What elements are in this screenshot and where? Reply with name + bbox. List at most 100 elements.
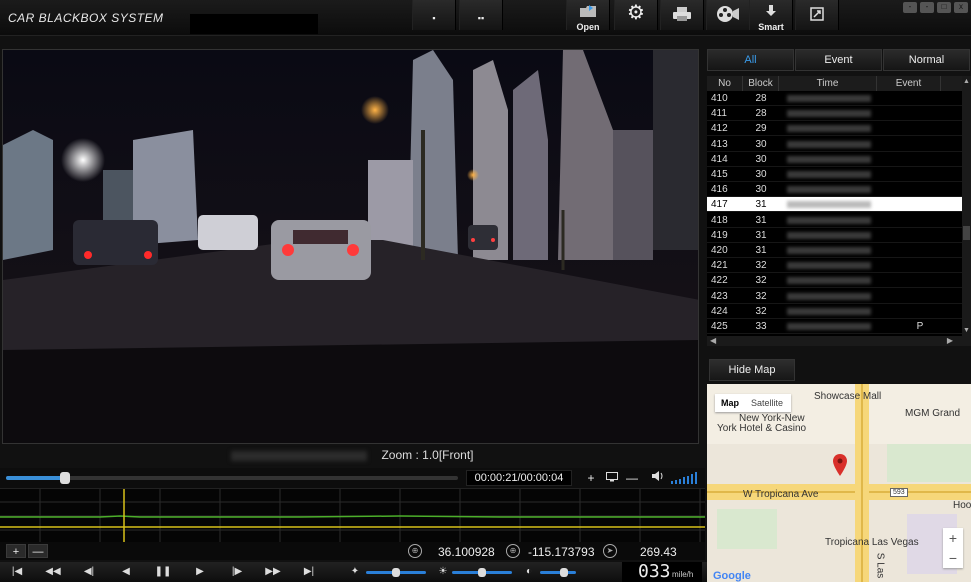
fullscreen-button[interactable]	[795, 0, 839, 30]
table-row[interactable]: 420 31	[707, 243, 962, 258]
time-display: 00:00:21/00:00:04	[466, 470, 572, 486]
cell-block: 32	[755, 305, 767, 317]
video-frame[interactable]	[2, 49, 699, 444]
screen-mode-button[interactable]	[604, 470, 620, 486]
cell-block: 32	[755, 275, 767, 287]
table-row[interactable]: 412 29	[707, 121, 962, 137]
cell-no: 418	[711, 214, 728, 226]
next-frame-button[interactable]: |▶	[226, 565, 248, 579]
table-row[interactable]: 424 32	[707, 304, 962, 319]
skip-end-button[interactable]: ▶|	[298, 565, 320, 579]
cell-no: 420	[711, 245, 728, 256]
gps-info-row: + — ⊕ 36.100928 ⊕ -115.173793 ➤ 269.43	[0, 542, 705, 560]
map-zoom-out-button[interactable]: −	[943, 548, 963, 568]
playback-speed-slider[interactable]	[366, 568, 426, 577]
location-pin-icon	[833, 454, 847, 479]
speaker-icon[interactable]	[650, 470, 666, 486]
hide-map-button[interactable]: Hide Map	[709, 359, 795, 381]
cell-no: 412	[711, 123, 728, 135]
map-label-tropicana-lv: Tropicana Las Vegas	[825, 537, 919, 548]
scroll-up-icon[interactable]: ▲	[963, 78, 970, 85]
fast-rewind-button[interactable]: ◀◀	[42, 565, 64, 579]
volume-level-bars[interactable]	[671, 472, 699, 484]
cell-no: 414	[711, 153, 728, 165]
pause-button[interactable]: ❚❚	[152, 565, 174, 579]
col-header-time[interactable]: Time	[779, 76, 877, 91]
table-row[interactable]: 413 30	[707, 137, 962, 152]
map-label-las: S Las	[874, 552, 886, 579]
slider-knob[interactable]	[392, 568, 400, 577]
window-button-1[interactable]: -	[903, 2, 917, 13]
smart-button[interactable]: Smart	[749, 0, 793, 32]
dual-view-button[interactable]: ▪▪	[459, 0, 503, 30]
table-row[interactable]: 410 28	[707, 91, 962, 106]
col-header-no[interactable]: No	[707, 76, 743, 91]
tab-normal[interactable]: Normal	[883, 49, 970, 71]
brightness-slider[interactable]	[452, 568, 512, 577]
table-row[interactable]: 416 30	[707, 182, 962, 198]
table-row[interactable]: 419 31	[707, 228, 962, 243]
slider-knob[interactable]	[478, 568, 486, 577]
table-row[interactable]: 415 30	[707, 167, 962, 182]
play-button[interactable]: ▶	[189, 565, 211, 579]
maximize-button[interactable]: □	[937, 2, 951, 13]
cell-event	[877, 258, 962, 273]
single-view-button[interactable]: ▪	[412, 0, 456, 30]
map-view[interactable]: Map Satellite Showcase Mall MGM Grand Ne…	[707, 384, 971, 582]
progress-knob[interactable]	[59, 472, 70, 484]
cell-block: 30	[755, 138, 767, 150]
scroll-right-icon[interactable]: ▶	[947, 336, 953, 345]
scroll-down-icon[interactable]: ▼	[963, 327, 970, 334]
cell-block: 28	[755, 93, 767, 104]
prev-frame-button[interactable]: ◀|	[78, 565, 100, 579]
fast-forward-button[interactable]: ▶▶	[262, 565, 284, 579]
gear-icon: ⚙	[627, 2, 645, 24]
table-vertical-scrollbar[interactable]: ▲ ▼	[962, 76, 971, 336]
minimize-button[interactable]: -	[920, 2, 934, 13]
contrast-slider[interactable]	[540, 568, 576, 577]
map-label-mgm: MGM Grand	[905, 408, 961, 419]
zoom-in-button[interactable]: +	[583, 470, 599, 486]
cell-event	[877, 182, 962, 197]
graph-zoom-in-button[interactable]: +	[6, 544, 26, 558]
table-horizontal-scrollbar[interactable]: ◀ ▶	[707, 336, 971, 346]
scroll-thumb[interactable]	[963, 226, 970, 240]
cell-no: 417	[711, 199, 728, 211]
map-type-satellite[interactable]: Satellite	[751, 398, 783, 408]
col-header-block[interactable]: Block	[743, 76, 779, 91]
table-row[interactable]: 422 32	[707, 273, 962, 289]
zoom-out-button[interactable]: —	[624, 470, 640, 486]
cell-event	[877, 304, 962, 319]
speed-icon: ✦	[350, 566, 360, 577]
col-header-event[interactable]: Event	[877, 76, 941, 91]
open-button[interactable]: Open	[566, 0, 610, 32]
camera-settings-button[interactable]	[706, 0, 750, 30]
skip-start-button[interactable]: |◀	[6, 565, 28, 579]
close-button[interactable]: x	[954, 2, 968, 13]
cell-block: 31	[755, 229, 767, 241]
table-row[interactable]: 418 31	[707, 213, 962, 228]
scroll-left-icon[interactable]: ◀	[710, 336, 716, 345]
table-row[interactable]: 411 28	[707, 106, 962, 122]
cell-time-redacted	[787, 323, 871, 330]
print-button[interactable]	[660, 0, 704, 30]
table-row[interactable]: 417 31	[707, 197, 962, 213]
cell-time-redacted	[787, 140, 871, 148]
cell-event	[877, 243, 962, 258]
tab-event[interactable]: Event	[795, 49, 882, 71]
table-row[interactable]: 423 32	[707, 289, 962, 304]
tab-all[interactable]: All	[707, 49, 794, 71]
map-zoom-in-button[interactable]: +	[943, 528, 963, 548]
settings-button[interactable]: ⚙	[614, 0, 658, 30]
table-row[interactable]: 421 32	[707, 258, 962, 274]
cell-time-redacted	[787, 110, 871, 118]
table-row[interactable]: 414 30	[707, 152, 962, 167]
graph-zoom-out-button[interactable]: —	[28, 544, 48, 558]
map-type-map[interactable]: Map	[721, 398, 739, 408]
cell-no: 411	[711, 108, 727, 120]
table-row[interactable]: 425 33 P	[707, 319, 962, 334]
slider-knob[interactable]	[560, 568, 568, 577]
playback-progress-bar[interactable]	[6, 472, 458, 484]
rewind-button[interactable]: ◀	[115, 565, 137, 579]
sensor-graph[interactable]	[0, 488, 705, 543]
